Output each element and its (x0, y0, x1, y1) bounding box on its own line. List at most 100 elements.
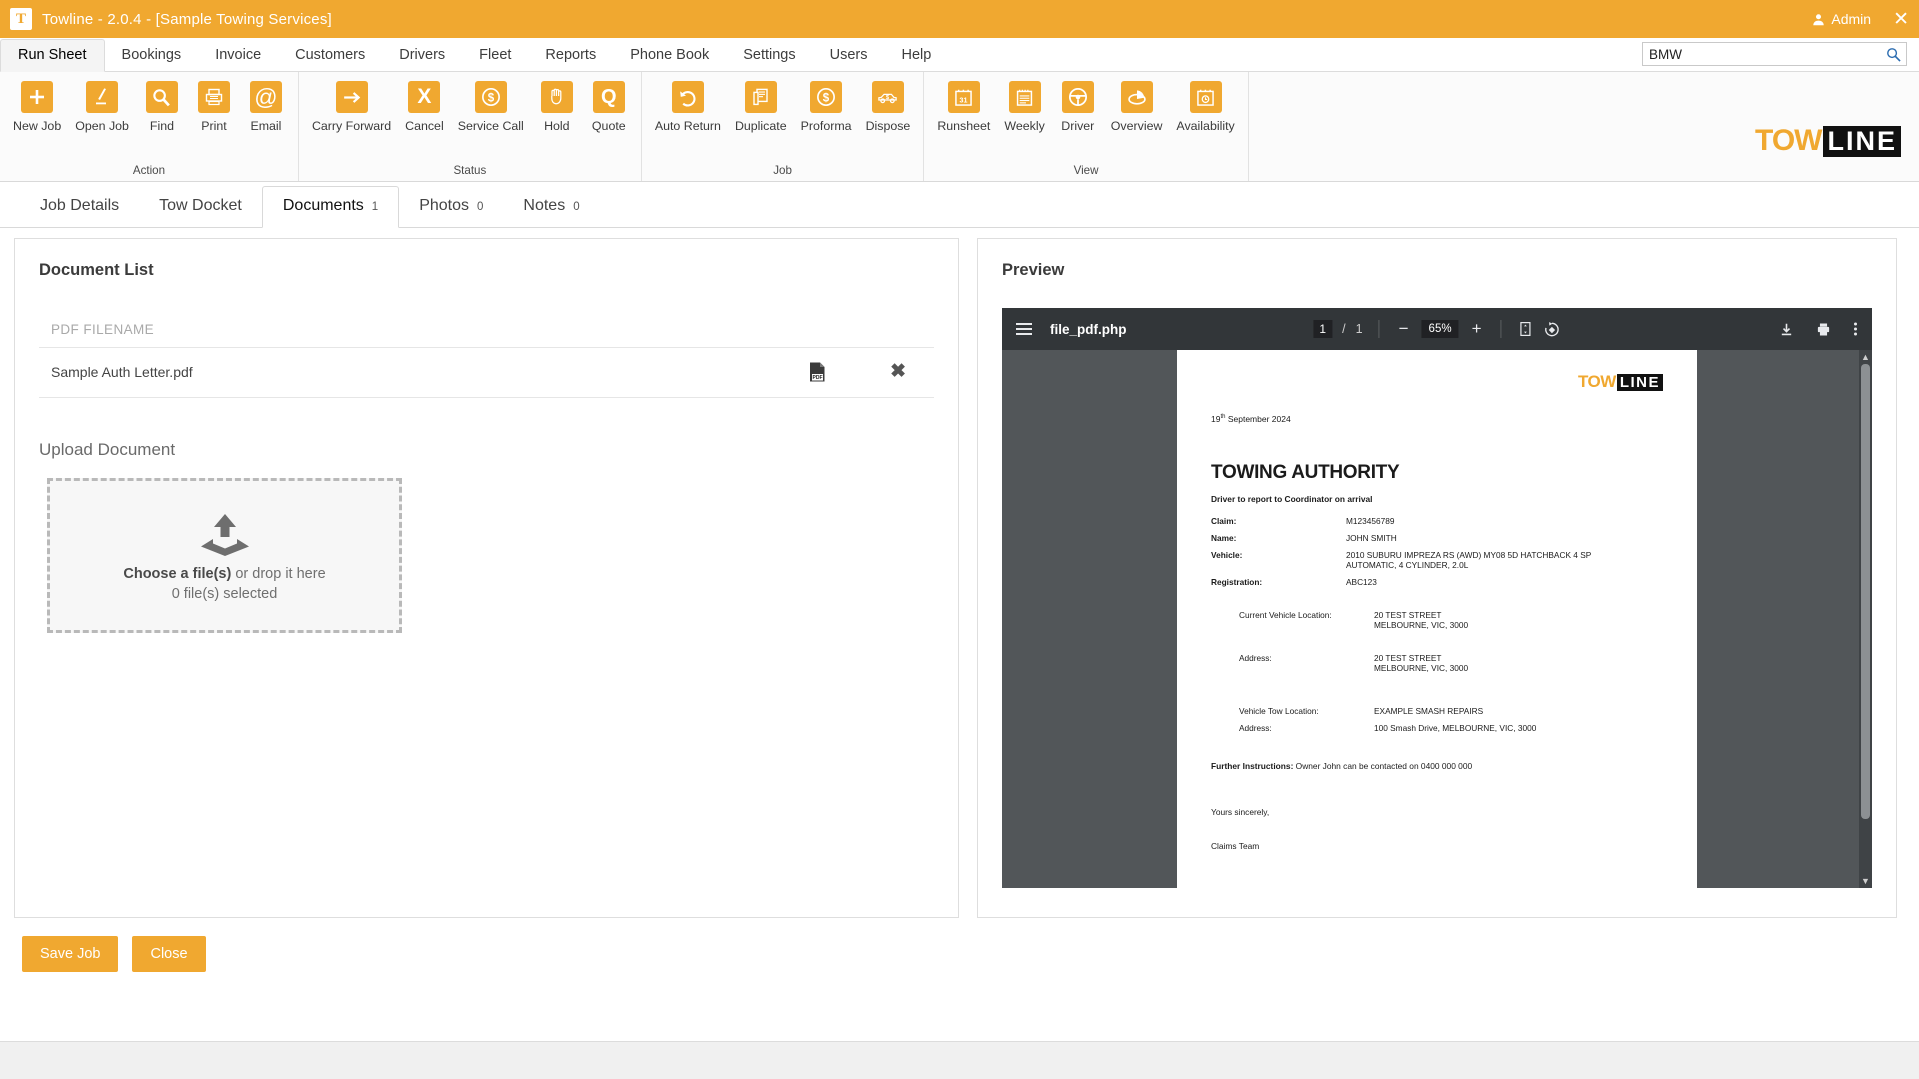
pdf-field-key: Address: (1211, 723, 1374, 733)
pdf-team: Claims Team (1211, 841, 1663, 851)
plus-icon[interactable]: + (1469, 319, 1485, 339)
tab-tow-docket[interactable]: Tow Docket (139, 187, 262, 227)
menu-item-fleet[interactable]: Fleet (462, 40, 528, 71)
global-search[interactable] (1642, 42, 1907, 66)
ribbon-button-carry-forward[interactable]: Carry Forward (305, 81, 398, 133)
pdf-file-icon[interactable]: PDF (806, 361, 828, 383)
pdf-field-value: 20 TEST STREET MELBOURNE, VIC, 3000 (1374, 610, 1663, 630)
ribbon-button-quote[interactable]: Q Quote (583, 81, 635, 133)
page-number-input[interactable]: 1 (1313, 320, 1332, 338)
pdf-field-value-line2: MELBOURNE, VIC, 3000 (1374, 663, 1663, 673)
menu-item-help[interactable]: Help (885, 40, 949, 71)
menu-item-phone-book[interactable]: Phone Book (613, 40, 726, 71)
brand-logo-tow: TOW (1755, 124, 1821, 158)
printer-icon (198, 81, 230, 113)
ribbon-button-weekly[interactable]: Weekly (997, 81, 1051, 133)
svg-text:PDF: PDF (813, 375, 823, 381)
table-row[interactable]: Sample Auth Letter.pdf PDF ✖ (39, 347, 934, 398)
dropzone-choose-label: Choose a file(s) (123, 566, 231, 582)
more-vertical-icon[interactable] (1853, 321, 1858, 337)
pdf-field-row: Claim: M123456789 (1211, 516, 1663, 526)
ribbon-button-dispose[interactable]: $ Dispose (859, 81, 918, 133)
magnifier-icon (146, 81, 178, 113)
panel-title-document-list: Document List (39, 261, 934, 280)
pdf-field-key: Registration: (1211, 577, 1346, 587)
pdf-field-key: Claim: (1211, 516, 1346, 526)
ribbon-button-availability[interactable]: Availability (1169, 81, 1241, 133)
tab-count-badge: 1 (372, 201, 378, 213)
ribbon-button-new-job[interactable]: New Job (6, 81, 68, 133)
menu-item-reports[interactable]: Reports (528, 40, 613, 71)
pdf-field-value: JOHN SMITH (1346, 533, 1663, 543)
ribbon-button-runsheet[interactable]: 31 Runsheet (930, 81, 997, 133)
pdf-page: TOWLINE 19th September 2024 TOWING AUTHO… (1177, 350, 1697, 888)
menu-item-users[interactable]: Users (813, 40, 885, 71)
menu-item-bookings[interactable]: Bookings (105, 40, 199, 71)
tab-label: Job Details (40, 197, 119, 215)
ribbon-label: Print (201, 119, 226, 133)
rotate-icon[interactable] (1544, 321, 1561, 338)
divider (1379, 320, 1380, 338)
ribbon-group-job: Auto Return Duplicate $ Proforma $ (642, 72, 925, 181)
scroll-up-icon[interactable]: ▲ (1859, 352, 1872, 362)
tab-documents[interactable]: Documents 1 (262, 186, 399, 228)
ribbon-button-find[interactable]: Find (136, 81, 188, 133)
menu-item-invoice[interactable]: Invoice (198, 40, 278, 71)
tab-photos[interactable]: Photos 0 (399, 187, 503, 227)
file-dropzone[interactable]: Choose a file(s) or drop it here 0 file(… (47, 478, 402, 633)
ribbon-button-service-call[interactable]: $ Service Call (451, 81, 531, 133)
tab-job-details[interactable]: Job Details (20, 187, 139, 227)
pdf-scrollbar[interactable]: ▲ ▼ (1859, 350, 1872, 888)
zoom-level[interactable]: 65% (1422, 320, 1459, 338)
pdf-field-value-line2: MELBOURNE, VIC, 3000 (1374, 620, 1663, 630)
ribbon-label: Auto Return (655, 119, 721, 133)
current-user[interactable]: Admin (1812, 11, 1871, 27)
ribbon-groups: New Job Open Job Find (0, 72, 1249, 181)
ribbon-button-auto-return[interactable]: Auto Return (648, 81, 728, 133)
ribbon-button-hold[interactable]: Hold (531, 81, 583, 133)
download-icon[interactable] (1779, 322, 1794, 337)
menu-item-drivers[interactable]: Drivers (382, 40, 462, 71)
ribbon-button-driver[interactable]: Driver (1052, 81, 1104, 133)
tab-notes[interactable]: Notes 0 (503, 187, 599, 227)
search-input[interactable] (1643, 47, 1880, 62)
pdf-further-instructions: Further Instructions: Owner John can be … (1211, 761, 1663, 771)
save-job-button[interactable]: Save Job (22, 936, 118, 972)
remove-x-icon[interactable]: ✖ (890, 360, 906, 383)
pdf-further-value: Owner John can be contacted on 0400 000 … (1293, 761, 1472, 771)
ribbon-label: Driver (1061, 119, 1094, 133)
fit-page-icon[interactable] (1518, 321, 1534, 337)
ribbon-button-print[interactable]: Print (188, 81, 240, 133)
ribbon-label: Open Job (75, 119, 129, 133)
ribbon-button-proforma[interactable]: $ Proforma (794, 81, 859, 133)
ribbon-toolbar: New Job Open Job Find (0, 72, 1919, 182)
ribbon-group-status: Carry Forward X Cancel $ Service Call (299, 72, 642, 181)
minus-icon[interactable]: − (1396, 319, 1412, 339)
plus-icon (21, 81, 53, 113)
q-letter-icon: Q (593, 81, 625, 113)
scrollbar-thumb[interactable] (1861, 364, 1870, 819)
tab-label: Documents (283, 197, 364, 215)
scroll-down-icon[interactable]: ▼ (1859, 876, 1872, 886)
close-icon[interactable]: ✕ (1893, 10, 1909, 29)
pdf-signoff: Yours sincerely, (1211, 807, 1663, 817)
page-separator: / (1342, 322, 1345, 336)
notepad-icon (1009, 81, 1041, 113)
pie-chart-icon (1121, 81, 1153, 113)
tab-label: Photos (419, 197, 469, 215)
ribbon-button-cancel[interactable]: X Cancel (398, 81, 451, 133)
dropzone-selected-count: 0 file(s) selected (172, 586, 278, 602)
ribbon-button-duplicate[interactable]: Duplicate (728, 81, 794, 133)
menu-item-settings[interactable]: Settings (726, 40, 812, 71)
search-icon[interactable] (1880, 47, 1906, 62)
close-button[interactable]: Close (132, 936, 205, 972)
print-icon[interactable] (1816, 322, 1831, 337)
ribbon-button-open-job[interactable]: Open Job (68, 81, 136, 133)
ribbon-button-email[interactable]: @ Email (240, 81, 292, 133)
pdf-brand-logo: TOWLINE (1211, 372, 1663, 392)
upload-document-heading: Upload Document (39, 440, 934, 460)
menu-item-customers[interactable]: Customers (278, 40, 382, 71)
ribbon-button-overview[interactable]: Overview (1104, 81, 1170, 133)
menu-item-run-sheet[interactable]: Run Sheet (0, 39, 105, 72)
hamburger-icon[interactable] (1016, 323, 1032, 335)
